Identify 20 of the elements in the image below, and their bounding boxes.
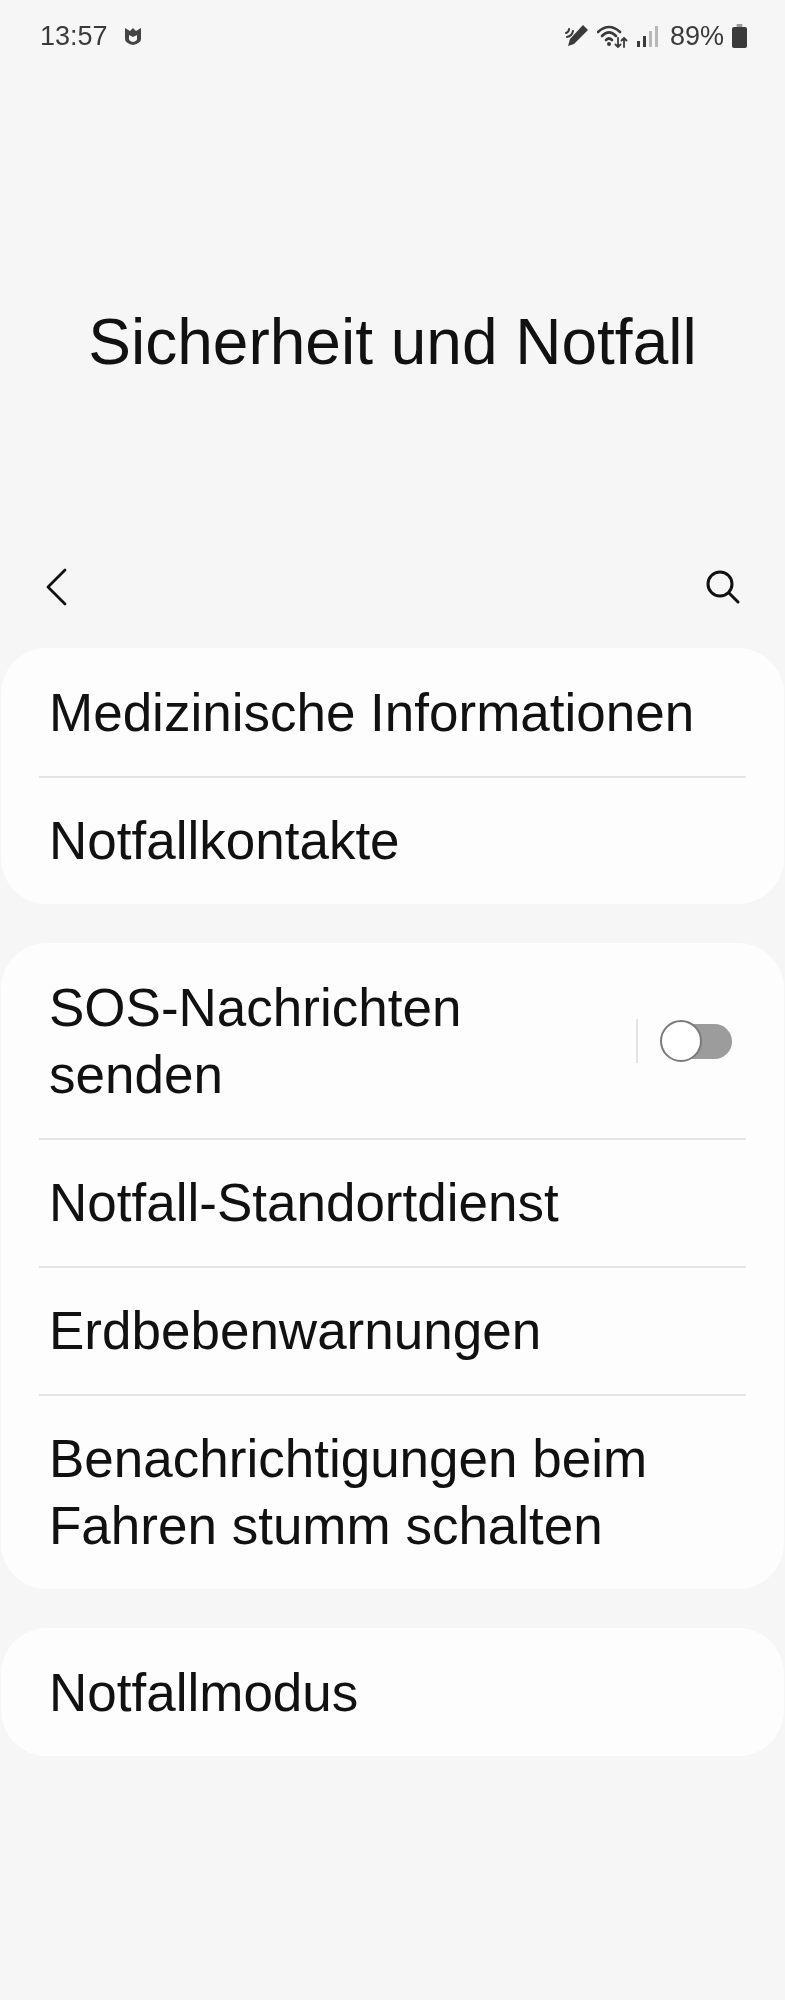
signal-icon [635,25,658,47]
toggle-switch[interactable] [660,1019,732,1063]
search-button[interactable] [705,569,741,605]
shield-icon [123,26,142,46]
settings-item[interactable]: Erdbebenwarnungen [49,1297,732,1364]
settings-item[interactable]: Notfallkontakte [49,807,732,874]
battery-percentage: 89% [669,20,724,52]
status-time: 13:57 [40,20,108,52]
wifi-icon [596,24,628,48]
settings-item[interactable]: Notfallmodus [49,1659,732,1726]
back-button[interactable] [46,568,68,606]
settings-item[interactable]: Notfall-Standortdienst [49,1169,732,1236]
search-icon [705,569,741,605]
back-chevron-icon [46,568,68,606]
pen-icon [564,24,589,48]
settings-item[interactable]: Medizinische Informationen [49,679,732,746]
settings-item[interactable]: SOS-Nachrichten senden [49,974,616,1108]
settings-item[interactable]: Benachrichtigungen beim Fahren stumm schalten [49,1425,732,1559]
page-title: Sicherheit und Notfall [88,305,697,380]
battery-icon [732,24,747,48]
